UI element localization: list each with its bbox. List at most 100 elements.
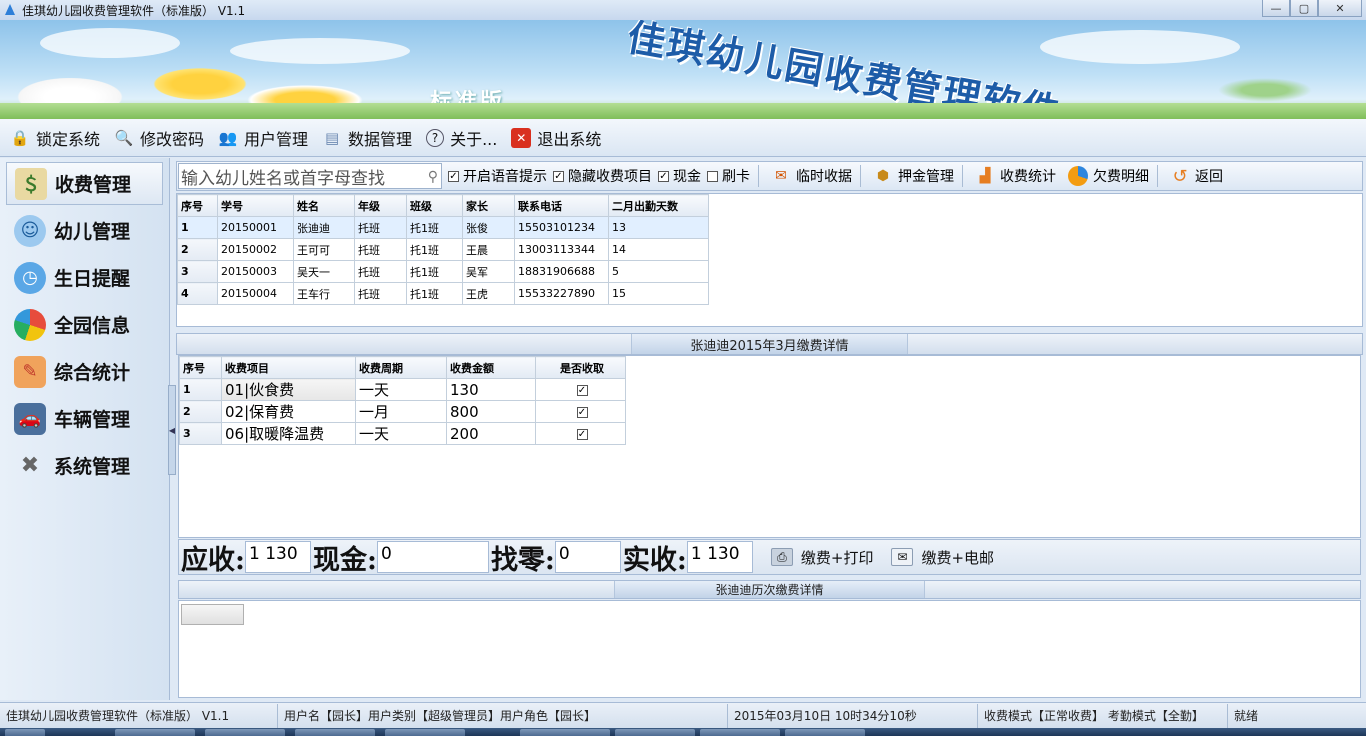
taskbar-item[interactable]: [520, 729, 610, 736]
nav-statistics[interactable]: ✎ 综合统计: [6, 350, 163, 393]
taskbar-item[interactable]: [385, 729, 465, 736]
fee-amount-cell[interactable]: 200: [446, 422, 536, 445]
table-row[interactable]: 2 20150002 王可可 托班 托1班 王晨 13003113344 14: [177, 238, 709, 261]
student-name-cell[interactable]: 张迪迪: [293, 216, 355, 239]
fee-statistics-button[interactable]: ▟ 收费统计: [975, 166, 1056, 186]
menu-change-password[interactable]: 🔍 修改密码: [114, 126, 204, 150]
fee-amount-cell[interactable]: 800: [446, 400, 536, 423]
taskbar-item[interactable]: [615, 729, 695, 736]
column-header[interactable]: 收费周期: [355, 356, 447, 379]
close-button[interactable]: ✕: [1318, 0, 1362, 17]
table-row[interactable]: 3 20150003 吴天一 托班 托1班 吴军 18831906688 5: [177, 260, 709, 283]
nav-children-management[interactable]: ☺ 幼儿管理: [6, 209, 163, 252]
fee-period-cell[interactable]: 一天: [355, 378, 447, 401]
collect-checkbox-cell[interactable]: ✓: [535, 422, 626, 445]
checkbox-box[interactable]: ✓: [553, 170, 564, 182]
table-row[interactable]: 2 02|保育费 一月 800 ✓: [179, 400, 626, 423]
attendance-cell[interactable]: 15: [608, 282, 709, 305]
checkbox-box[interactable]: ✓: [658, 170, 669, 182]
grade-cell[interactable]: 托班: [354, 216, 407, 239]
received-field[interactable]: 1 130: [686, 541, 753, 573]
phone-cell[interactable]: 15533227890: [514, 282, 609, 305]
class-cell[interactable]: 托1班: [406, 216, 463, 239]
taskbar-item[interactable]: [115, 729, 195, 736]
menu-about[interactable]: ? 关于...: [426, 126, 497, 150]
phone-cell[interactable]: 18831906688: [514, 260, 609, 283]
column-header[interactable]: 联系电话: [514, 194, 609, 217]
taskbar-item[interactable]: [700, 729, 780, 736]
fee-item-cell[interactable]: 02|保育费: [221, 400, 356, 423]
pay-print-button[interactable]: ⎙ 缴费+打印: [770, 547, 873, 568]
checkbox-voice-prompt[interactable]: ✓ 开启语音提示: [448, 166, 547, 186]
column-header[interactable]: 学号: [217, 194, 294, 217]
checkbox-card[interactable]: 刷卡: [707, 166, 750, 186]
history-header-cell[interactable]: [181, 604, 244, 625]
table-row[interactable]: 1 01|伙食费 一天 130 ✓: [179, 378, 626, 401]
student-id-cell[interactable]: 20150003: [217, 260, 294, 283]
arrears-detail-button[interactable]: 欠费明细: [1068, 166, 1149, 186]
phone-cell[interactable]: 15503101234: [514, 216, 609, 239]
menu-exit-system[interactable]: ✕ 退出系统: [511, 126, 601, 150]
class-cell[interactable]: 托1班: [406, 282, 463, 305]
fee-period-cell[interactable]: 一月: [355, 400, 447, 423]
parent-cell[interactable]: 王晨: [462, 238, 515, 261]
grade-cell[interactable]: 托班: [354, 260, 407, 283]
phone-cell[interactable]: 13003113344: [514, 238, 609, 261]
column-header[interactable]: 家长: [462, 194, 515, 217]
column-header[interactable]: 年级: [354, 194, 407, 217]
fee-item-cell[interactable]: 06|取暖降温费: [221, 422, 356, 445]
receivable-field[interactable]: 1 130: [244, 541, 311, 573]
student-id-cell[interactable]: 20150001: [217, 216, 294, 239]
table-row[interactable]: 1 20150001 张迪迪 托班 托1班 张俊 15503101234 13: [177, 216, 709, 239]
table-row[interactable]: 3 06|取暖降温费 一天 200 ✓: [179, 422, 626, 445]
menu-user-management[interactable]: 👥 用户管理: [218, 126, 308, 150]
attendance-cell[interactable]: 14: [608, 238, 709, 261]
column-header[interactable]: 收费项目: [221, 356, 356, 379]
return-button[interactable]: ↺ 返回: [1170, 166, 1223, 187]
column-header[interactable]: 班级: [406, 194, 463, 217]
cash-input[interactable]: 0: [376, 541, 489, 573]
table-row[interactable]: 4 20150004 王车行 托班 托1班 王虎 15533227890 15: [177, 282, 709, 305]
attendance-cell[interactable]: 5: [608, 260, 709, 283]
student-name-cell[interactable]: 王车行: [293, 282, 355, 305]
fee-period-cell[interactable]: 一天: [355, 422, 447, 445]
grade-cell[interactable]: 托班: [354, 238, 407, 261]
class-cell[interactable]: 托1班: [406, 260, 463, 283]
attendance-cell[interactable]: 13: [608, 216, 709, 239]
checkbox-cash[interactable]: ✓ 现金: [658, 166, 701, 186]
column-header[interactable]: 序号: [179, 356, 222, 379]
checkbox-hide-fee-items[interactable]: ✓ 隐藏收费项目: [553, 166, 652, 186]
fee-item-cell[interactable]: 01|伙食费: [221, 378, 356, 401]
collapse-handle[interactable]: ◀: [168, 385, 176, 475]
change-field[interactable]: 0: [554, 541, 621, 573]
class-cell[interactable]: 托1班: [406, 238, 463, 261]
parent-cell[interactable]: 吴军: [462, 260, 515, 283]
column-header[interactable]: 是否收取: [535, 356, 626, 379]
menu-data-management[interactable]: ▤ 数据管理: [322, 126, 412, 150]
checkbox-box[interactable]: ✓: [448, 170, 459, 182]
parent-cell[interactable]: 王虎: [462, 282, 515, 305]
column-header[interactable]: 收费金额: [446, 356, 536, 379]
column-header[interactable]: 姓名: [293, 194, 355, 217]
nav-system-management[interactable]: ✖ 系统管理: [6, 444, 163, 487]
nav-fee-management[interactable]: ＄ 收费管理: [6, 162, 163, 205]
student-id-cell[interactable]: 20150002: [217, 238, 294, 261]
collect-checkbox[interactable]: ✓: [576, 407, 588, 418]
nav-school-info[interactable]: 全园信息: [6, 303, 163, 346]
student-name-cell[interactable]: 吴天一: [293, 260, 355, 283]
column-header[interactable]: 序号: [177, 194, 218, 217]
pay-email-button[interactable]: ✉ 缴费+电邮: [891, 547, 994, 568]
student-id-cell[interactable]: 20150004: [217, 282, 294, 305]
search-icon[interactable]: ⚲: [428, 169, 438, 185]
collect-checkbox[interactable]: ✓: [576, 385, 588, 396]
collect-checkbox-cell[interactable]: ✓: [535, 400, 626, 423]
collect-checkbox-cell[interactable]: ✓: [535, 378, 626, 401]
checkbox-box[interactable]: [707, 170, 718, 182]
parent-cell[interactable]: 张俊: [462, 216, 515, 239]
taskbar-item[interactable]: [295, 729, 375, 736]
maximize-button[interactable]: ▢: [1290, 0, 1318, 17]
taskbar-start-button[interactable]: [5, 729, 45, 736]
taskbar-item[interactable]: [785, 729, 865, 736]
student-name-cell[interactable]: 王可可: [293, 238, 355, 261]
search-input[interactable]: 输入幼儿姓名或首字母查找 ⚲: [178, 163, 442, 189]
